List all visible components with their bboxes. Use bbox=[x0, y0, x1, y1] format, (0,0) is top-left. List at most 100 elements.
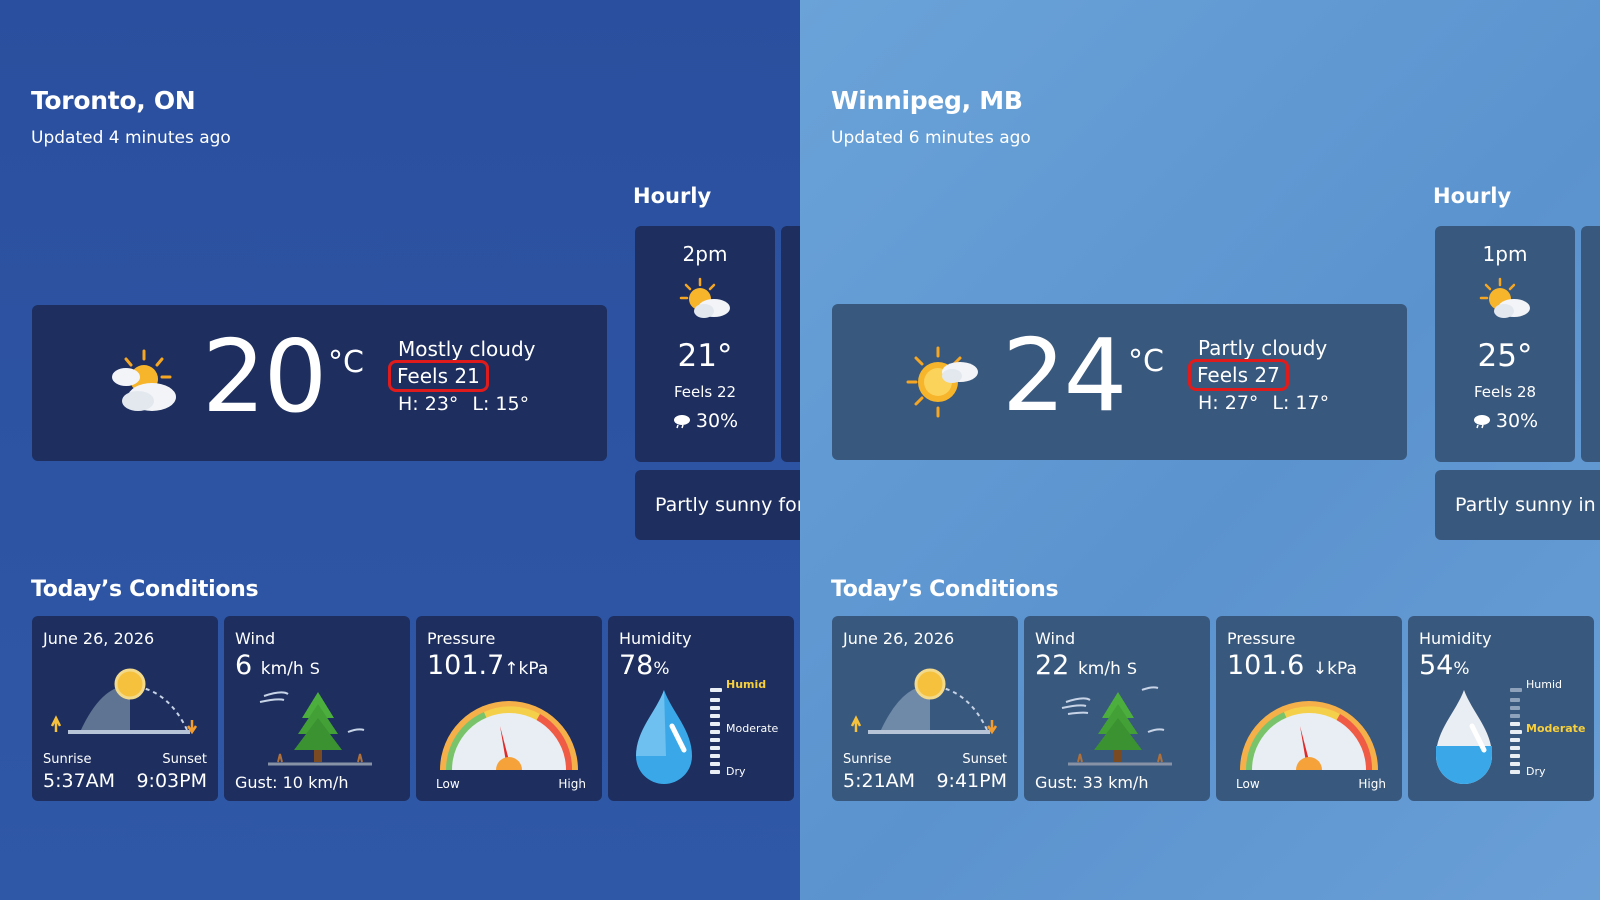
humidity-level-humid: Humid bbox=[726, 678, 767, 691]
humidity-label: Humidity bbox=[1419, 629, 1492, 648]
wind-direction: S bbox=[309, 659, 320, 678]
cloud-rain-icon bbox=[1473, 415, 1490, 429]
humidity-level-moderate: Moderate bbox=[1526, 722, 1586, 735]
hour-time: 1pm bbox=[1482, 242, 1528, 266]
wind-direction: S bbox=[1126, 659, 1138, 678]
humidity-scale bbox=[1510, 688, 1522, 774]
current-temperature: 20 bbox=[202, 318, 327, 435]
tree-wind-icon bbox=[259, 691, 372, 766]
humidity-label: Humidity bbox=[619, 629, 692, 648]
forecast-summary[interactable]: Partly sunny in bbox=[1435, 470, 1600, 540]
water-drop-icon bbox=[1436, 690, 1492, 784]
high-temp: H: 23° bbox=[398, 393, 459, 415]
hour-temperature: 21° bbox=[677, 338, 733, 374]
sun-tile[interactable]: June 26, 2026 Sunrise Sunset 5:21AM 9:41… bbox=[832, 616, 1018, 801]
precipitation-chance: 30% bbox=[635, 410, 775, 432]
pressure-trend-arrow: ↓ bbox=[1312, 659, 1328, 679]
humidity-value: 54% bbox=[1419, 650, 1470, 681]
humidity-level-moderate: Moderate bbox=[726, 722, 779, 735]
todays-conditions-heading: Today’s Conditions bbox=[831, 577, 1059, 602]
high-low: H: 23° L: 15° bbox=[398, 393, 543, 415]
location-title[interactable]: Toronto, ON bbox=[31, 86, 196, 115]
humidity-level-dry: Dry bbox=[1526, 765, 1546, 778]
high-low: H: 27° L: 17° bbox=[1198, 392, 1343, 414]
hour-feels-like: Feels 22 bbox=[673, 383, 737, 401]
sunset-label: Sunset bbox=[162, 752, 207, 767]
hour-temperature: 25° bbox=[1477, 338, 1533, 374]
sunrise-time: 5:21AM bbox=[843, 770, 916, 792]
humidity-tile[interactable]: Humidity 78% Humid Moderate Dry bbox=[608, 616, 794, 801]
wind-label: Wind bbox=[235, 629, 276, 648]
pressure-label: Pressure bbox=[1227, 629, 1296, 648]
pressure-value: 101.6 ↓kPa bbox=[1227, 650, 1357, 681]
feels-like-highlighted: Feels 27 bbox=[1188, 359, 1289, 391]
high-temp: H: 27° bbox=[1198, 392, 1259, 414]
updated-time: Updated 6 minutes ago bbox=[831, 128, 1031, 148]
forecast-summary-text: Partly sunny for bbox=[655, 494, 800, 516]
current-conditions-card[interactable]: 20 °C Mostly cloudy Feels 21 H: 23° L: 15… bbox=[32, 305, 607, 461]
low-temp: L: 17° bbox=[1272, 392, 1330, 414]
todays-conditions-heading: Today’s Conditions bbox=[31, 577, 259, 602]
date-label: June 26, 2026 bbox=[843, 629, 955, 648]
condition-text: Partly cloudy bbox=[1198, 336, 1328, 360]
pressure-gauge-icon bbox=[1240, 701, 1378, 770]
wind-gust: Gust: 33 km/h bbox=[1035, 773, 1149, 792]
pressure-tile[interactable]: Pressure 101.6 ↓kPa Low High bbox=[1216, 616, 1402, 801]
sun-tile[interactable]: June 26, 2026 Sunrise Sunset 5:37AM 9:03… bbox=[32, 616, 218, 801]
precipitation-chance: 30% bbox=[1435, 410, 1575, 432]
sunrise-label: Sunrise bbox=[843, 752, 892, 767]
pressure-high-label: High bbox=[1358, 777, 1386, 791]
wind-value: 6 km/h S bbox=[235, 650, 320, 681]
pressure-trend-arrow: ↑ bbox=[504, 659, 519, 679]
humidity-level-dry: Dry bbox=[726, 765, 746, 778]
hourly-heading: Hourly bbox=[633, 184, 712, 208]
humidity-level-humid: Humid bbox=[1526, 678, 1562, 691]
pressure-high-label: High bbox=[558, 777, 586, 791]
humidity-value: 78% bbox=[619, 650, 670, 681]
pressure-low-label: Low bbox=[1236, 777, 1260, 791]
mostly-cloudy-icon bbox=[112, 349, 176, 411]
forecast-summary[interactable]: Partly sunny for bbox=[635, 470, 800, 540]
weather-panel-toronto: Toronto, ON Updated 4 minutes ago 20 °C … bbox=[0, 0, 800, 900]
sunset-time: 9:41PM bbox=[936, 770, 1007, 792]
water-drop-icon bbox=[636, 690, 692, 784]
updated-time: Updated 4 minutes ago bbox=[31, 128, 231, 148]
pressure-low-label: Low bbox=[436, 777, 460, 791]
wind-label: Wind bbox=[1035, 629, 1076, 648]
feels-like-highlighted: Feels 21 bbox=[388, 360, 489, 392]
location-title[interactable]: Winnipeg, MB bbox=[831, 86, 1023, 115]
current-temperature: 24 bbox=[1002, 317, 1127, 434]
pressure-value: 101.7↑kPa bbox=[427, 650, 549, 681]
wind-gust: Gust: 10 km/h bbox=[235, 773, 349, 792]
humidity-scale bbox=[710, 688, 722, 774]
humidity-tile[interactable]: Humidity 54% Humid Moderate Dry bbox=[1408, 616, 1594, 801]
partly-sunny-icon bbox=[679, 277, 730, 318]
pressure-tile[interactable]: Pressure 101.7↑kPa Low High bbox=[416, 616, 602, 801]
sunset-label: Sunset bbox=[962, 752, 1007, 767]
weather-panel-winnipeg: Winnipeg, MB Updated 6 minutes ago 24 °C… bbox=[800, 0, 1600, 900]
wind-tile[interactable]: Wind 6 km/h S Gust: 10 km/h bbox=[224, 616, 410, 801]
current-conditions-card[interactable]: 24 °C Partly cloudy Feels 27 H: 27° L: 17… bbox=[832, 304, 1407, 460]
hour-time: 2pm bbox=[682, 242, 728, 266]
hourly-card-next[interactable] bbox=[781, 226, 800, 462]
pressure-label: Pressure bbox=[427, 629, 496, 648]
sun-arc-icon bbox=[50, 668, 198, 735]
hour-feels-like: Feels 28 bbox=[1473, 383, 1537, 401]
sunrise-label: Sunrise bbox=[43, 752, 92, 767]
temperature-unit: °C bbox=[328, 345, 364, 380]
wind-value: 22 km/h S bbox=[1035, 650, 1138, 681]
wind-tile[interactable]: Wind 22 km/h S Gust: 33 km/h bbox=[1024, 616, 1210, 801]
hourly-card-next[interactable] bbox=[1581, 226, 1600, 462]
tree-wind-icon bbox=[1061, 686, 1172, 766]
hourly-card[interactable]: 2pm 21° Feels 22 30% bbox=[635, 226, 775, 462]
low-temp: L: 15° bbox=[472, 393, 530, 415]
pressure-gauge-icon bbox=[440, 701, 578, 770]
cloud-rain-icon bbox=[673, 415, 690, 429]
hourly-heading: Hourly bbox=[1433, 184, 1512, 208]
temperature-unit: °C bbox=[1128, 344, 1164, 379]
sunrise-time: 5:37AM bbox=[43, 770, 116, 792]
hourly-card[interactable]: 1pm 25° Feels 28 30% bbox=[1435, 226, 1575, 462]
partly-sunny-icon bbox=[1479, 277, 1530, 318]
condition-text: Mostly cloudy bbox=[398, 337, 536, 361]
sun-arc-icon bbox=[850, 668, 998, 735]
